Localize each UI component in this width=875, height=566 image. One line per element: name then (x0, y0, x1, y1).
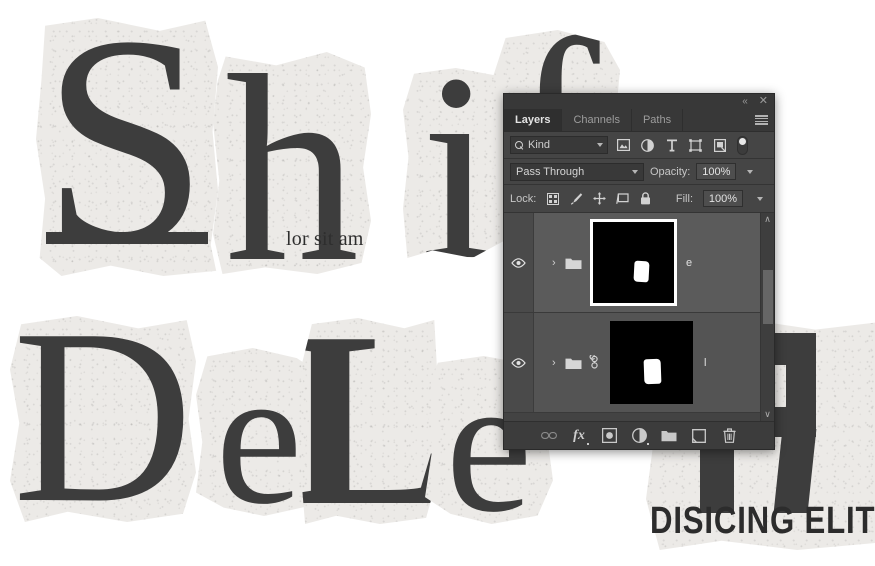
mask-shape (633, 260, 650, 283)
lock-rowbox: Lock: Fill: 100% (504, 185, 774, 213)
letter-glyph-e-first: e (215, 348, 303, 516)
layer-row-body: › e (534, 213, 760, 312)
type-filter-icon[interactable] (663, 137, 680, 154)
add-layer-mask-button[interactable] (601, 428, 617, 444)
panel-tabstrip: Layers Channels Paths (504, 109, 774, 132)
blend-mode-value: Pass Through (516, 165, 585, 178)
microtext-caption: lor sit am (286, 228, 364, 250)
layer-list: › e › l ∧ ∨ (504, 213, 774, 421)
panel-titlebar: « ✕ (504, 94, 774, 109)
folder-icon (565, 356, 582, 370)
layer-name-label[interactable]: e (686, 257, 692, 269)
adjustment-layer-button[interactable] (631, 428, 649, 445)
lock-row: Lock: Fill: 100% (504, 185, 774, 212)
chevron-down-icon (757, 196, 763, 201)
chevron-down-icon (632, 169, 638, 174)
fill-label: Fill: (675, 192, 693, 205)
layer-row-body: › l (534, 313, 760, 412)
shape-filter-icon[interactable] (687, 137, 704, 154)
close-panel-icon[interactable]: ✕ (759, 96, 768, 107)
filter-kind-select[interactable]: Kind (510, 136, 608, 154)
fill-value: 100% (708, 192, 738, 205)
smart-object-filter-icon[interactable] (711, 137, 728, 154)
chevron-down-icon (597, 143, 603, 147)
layer-style-fx-button[interactable]: fx (571, 427, 589, 445)
lock-label: Lock: (510, 192, 537, 205)
screenshot-root: S h i f lor sit am D e L e (0, 0, 875, 566)
tab-channels-label: Channels (573, 114, 620, 126)
scrollbar-thumb[interactable] (763, 270, 773, 324)
expand-group-chevron-icon[interactable]: › (552, 257, 560, 269)
lock-transparent-pixels-icon[interactable] (546, 192, 560, 206)
adjustment-filter-icon[interactable] (639, 137, 656, 154)
layer-name-label[interactable]: l (704, 357, 706, 369)
lock-artboard-icon[interactable] (615, 192, 629, 206)
filter-enable-toggle[interactable] (737, 135, 748, 155)
filter-kind-label: Kind (528, 139, 551, 151)
layer-mask-thumbnail[interactable] (610, 321, 693, 404)
decorative-rule-bar (46, 232, 208, 244)
lock-image-pixels-icon[interactable] (569, 192, 583, 206)
fill-stepper[interactable] (752, 190, 768, 207)
fx-label: fx (573, 427, 585, 443)
blend-mode-row: Pass Through Opacity: 100% (504, 159, 774, 184)
panel-menu-icon[interactable] (755, 115, 768, 125)
tab-layers[interactable]: Layers (504, 109, 563, 131)
layer-row[interactable]: › e (504, 213, 760, 313)
link-mask-icon[interactable] (589, 353, 600, 370)
layer-filter-row: Kind (504, 132, 774, 158)
pixel-filter-icon[interactable] (615, 137, 632, 154)
layer-mask-thumbnail[interactable] (590, 219, 677, 306)
scroll-up-arrow-icon[interactable]: ∧ (764, 215, 771, 224)
fill-input[interactable]: 100% (703, 190, 743, 207)
link-layers-button[interactable] (541, 428, 557, 444)
layer-row[interactable]: › l (504, 313, 760, 413)
tab-paths-label: Paths (642, 114, 672, 126)
folder-icon (565, 256, 582, 270)
paper-scrap-letter-L: L (301, 318, 437, 524)
layers-bottom-toolbar: fx (504, 421, 774, 449)
tab-channels[interactable]: Channels (562, 109, 632, 131)
lock-position-icon[interactable] (592, 192, 606, 206)
lock-all-icon[interactable] (638, 192, 652, 206)
block-caption-text: DISICING ELIT (650, 500, 875, 542)
tab-layers-label: Layers (515, 114, 551, 126)
layer-visibility-toggle[interactable] (504, 313, 534, 412)
delete-layer-button[interactable] (721, 428, 737, 444)
eye-icon (511, 257, 526, 268)
opacity-input[interactable]: 100% (696, 163, 737, 180)
tab-paths[interactable]: Paths (631, 109, 684, 131)
collapse-panel-icon[interactable]: « (742, 96, 748, 107)
layers-panel: « ✕ Layers Channels Paths Kind Pass Thro… (503, 93, 775, 450)
letter-glyph-D: D (12, 316, 194, 522)
chevron-down-icon (747, 169, 754, 174)
scroll-down-arrow-icon[interactable]: ∨ (764, 410, 771, 419)
opacity-stepper[interactable] (742, 163, 758, 180)
new-layer-button[interactable] (691, 428, 707, 444)
paper-scrap-letter-D: D (10, 316, 196, 522)
opacity-value: 100% (702, 165, 731, 178)
blend-mode-select[interactable]: Pass Through (510, 162, 644, 181)
eye-icon (511, 357, 526, 368)
letter-glyph-S: S (41, 18, 209, 276)
scrollbar-track[interactable] (761, 224, 774, 410)
filter-rowbox: Kind (504, 132, 774, 159)
letter-glyph-L: L (301, 318, 437, 524)
opacity-label: Opacity: (650, 165, 691, 178)
layer-visibility-toggle[interactable] (504, 213, 534, 312)
layer-list-scrollbar[interactable]: ∧ ∨ (760, 213, 774, 421)
blend-rowbox: Pass Through Opacity: 100% (504, 159, 774, 185)
mask-shape (643, 358, 662, 385)
expand-group-chevron-icon[interactable]: › (552, 357, 560, 369)
letter-glyph-i: i (420, 68, 496, 258)
search-icon (515, 140, 524, 150)
new-group-button[interactable] (661, 428, 677, 444)
layer-list-inner: › e › l (504, 213, 760, 421)
